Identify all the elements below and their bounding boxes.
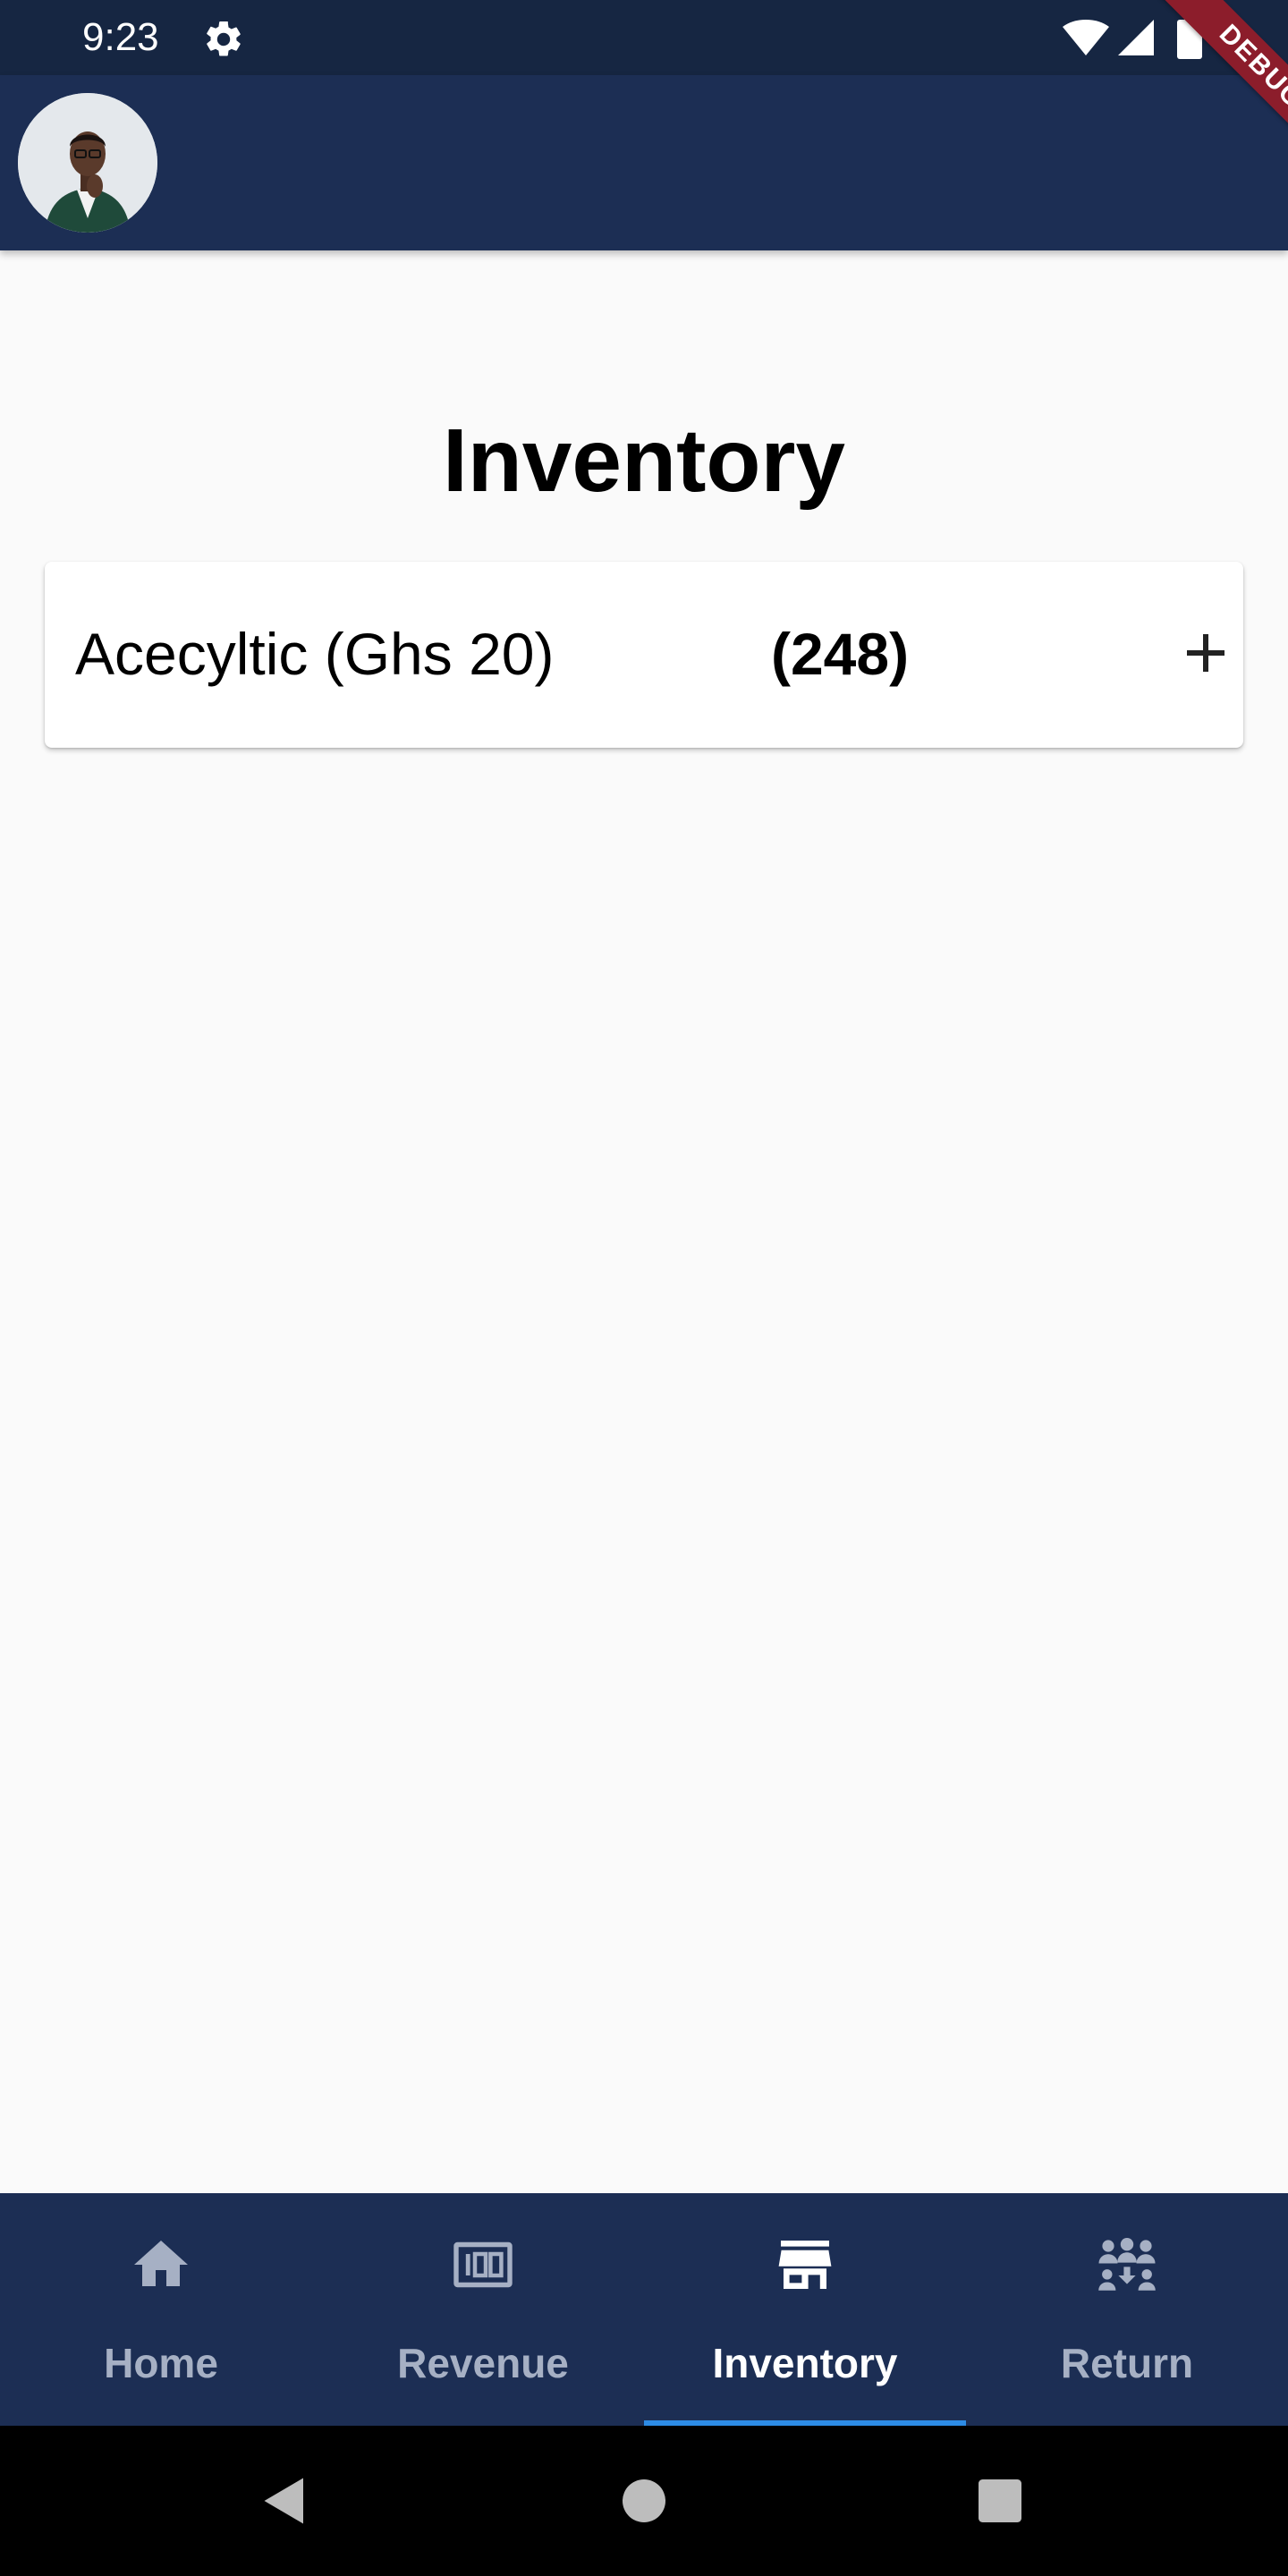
nav-item-inventory[interactable]: Inventory: [644, 2193, 966, 2426]
plus-icon[interactable]: [1174, 621, 1238, 685]
recents-icon[interactable]: [968, 2469, 1032, 2533]
system-nav-bar: [0, 2426, 1288, 2576]
nav-label-return: Return: [1060, 2340, 1194, 2386]
banknote-icon: [453, 2241, 513, 2288]
home-circle-icon[interactable]: [612, 2469, 676, 2533]
bottom-navigation: Home Revenue Inventory Return: [0, 2193, 1288, 2426]
battery-icon: [1177, 16, 1202, 59]
home-icon: [134, 2241, 188, 2286]
nav-item-home[interactable]: Home: [0, 2193, 322, 2426]
avatar[interactable]: [18, 93, 157, 233]
nav-label-revenue: Revenue: [397, 2340, 569, 2386]
nav-item-revenue[interactable]: Revenue: [322, 2193, 644, 2426]
back-icon[interactable]: [252, 2469, 317, 2533]
group-icon: [1098, 2238, 1156, 2291]
signal-icon: [1118, 20, 1154, 55]
status-bar: 9:23: [0, 0, 1288, 75]
nav-label-home: Home: [104, 2340, 218, 2386]
page-title: Inventory: [442, 411, 846, 511]
store-icon: [778, 2241, 832, 2289]
gear-icon: [207, 21, 241, 56]
status-time: 9:23: [82, 15, 159, 59]
inventory-item-name: Acecyltic (Ghs 20): [75, 621, 555, 687]
wifi-icon: [1063, 20, 1109, 55]
inventory-item-count: (248): [771, 621, 910, 687]
nav-label-inventory: Inventory: [712, 2340, 898, 2386]
nav-item-return[interactable]: Return: [966, 2193, 1288, 2426]
profile-photo: [18, 93, 157, 233]
inventory-item-card: Acecyltic (Ghs 20) (248): [45, 562, 1243, 748]
app-bar: [0, 75, 1288, 250]
